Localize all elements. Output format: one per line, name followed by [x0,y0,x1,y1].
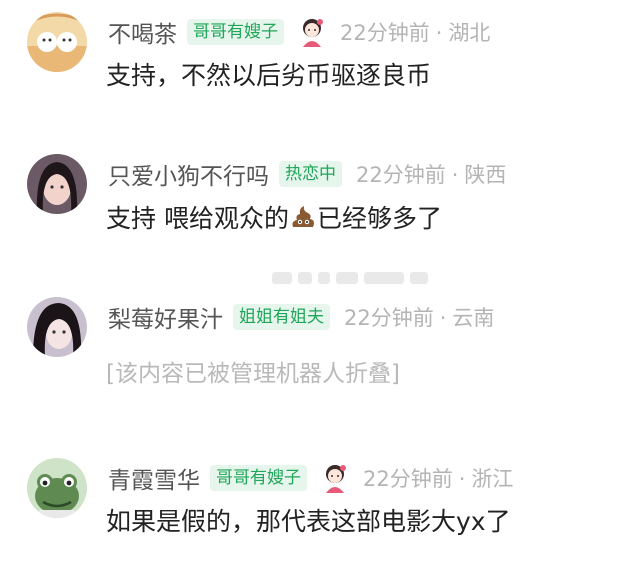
comment-meta: 22分钟前 · 湖北 [340,17,490,47]
comment-header: 青霞雪华 哥哥有嫂子 22分钟前 · 浙江 [108,460,513,496]
comment-text-part: 支持 喂给观众的 [106,204,289,233]
username[interactable]: 青霞雪华 [108,461,200,495]
avatar[interactable] [27,154,87,214]
poop-icon [289,203,317,231]
username[interactable]: 梨莓好果汁 [108,300,223,334]
folded-comment-notice[interactable]: [该内容已被管理机器人折叠] [106,356,400,392]
comment-text: 支持 喂给观众的 已经够多了 [106,201,442,237]
location: 浙江 [471,467,514,491]
comment-meta: 22分钟前 · 浙江 [363,463,513,493]
timestamp: 22分钟前 [344,306,434,330]
location: 云南 [452,306,495,330]
location: 湖北 [448,21,491,45]
fan-badge[interactable]: 姐姐有姐夫 [233,304,330,330]
meta-separator: · [439,306,447,330]
comment-text-part: 已经够多了 [316,204,442,233]
timestamp: 22分钟前 [340,21,430,45]
comment-meta: 22分钟前 · 云南 [344,302,494,332]
comment-text: 如果是假的，那代表这部电影大yx了 [106,507,511,536]
comment-text: 支持，不然以后劣币驱逐良币 [106,61,432,90]
avatar[interactable] [27,12,87,72]
girl-avatar-decor-icon [321,463,349,493]
username[interactable]: 只爱小狗不行吗 [108,157,269,191]
avatar[interactable] [27,297,87,357]
comment-header: 不喝茶 哥哥有嫂子 22分钟前 · 湖北 [108,14,490,50]
comment-header: 梨莓好果汁 姐姐有姐夫 22分钟前 · 云南 [108,299,494,335]
fan-badge[interactable]: 哥哥有嫂子 [210,465,307,491]
meta-separator: · [458,467,466,491]
fan-badge[interactable]: 热恋中 [279,161,342,187]
divider [272,272,442,286]
comment-header: 只爱小狗不行吗 热恋中 22分钟前 · 陕西 [108,156,506,192]
fan-badge[interactable]: 哥哥有嫂子 [187,19,284,45]
comment-meta: 22分钟前 · 陕西 [356,159,506,189]
avatar[interactable] [27,458,87,518]
meta-separator: · [451,163,459,187]
girl-avatar-decor-icon [298,17,326,47]
username[interactable]: 不喝茶 [108,15,177,49]
location: 陕西 [464,163,507,187]
timestamp: 22分钟前 [356,163,446,187]
meta-separator: · [435,21,443,45]
timestamp: 22分钟前 [363,467,453,491]
